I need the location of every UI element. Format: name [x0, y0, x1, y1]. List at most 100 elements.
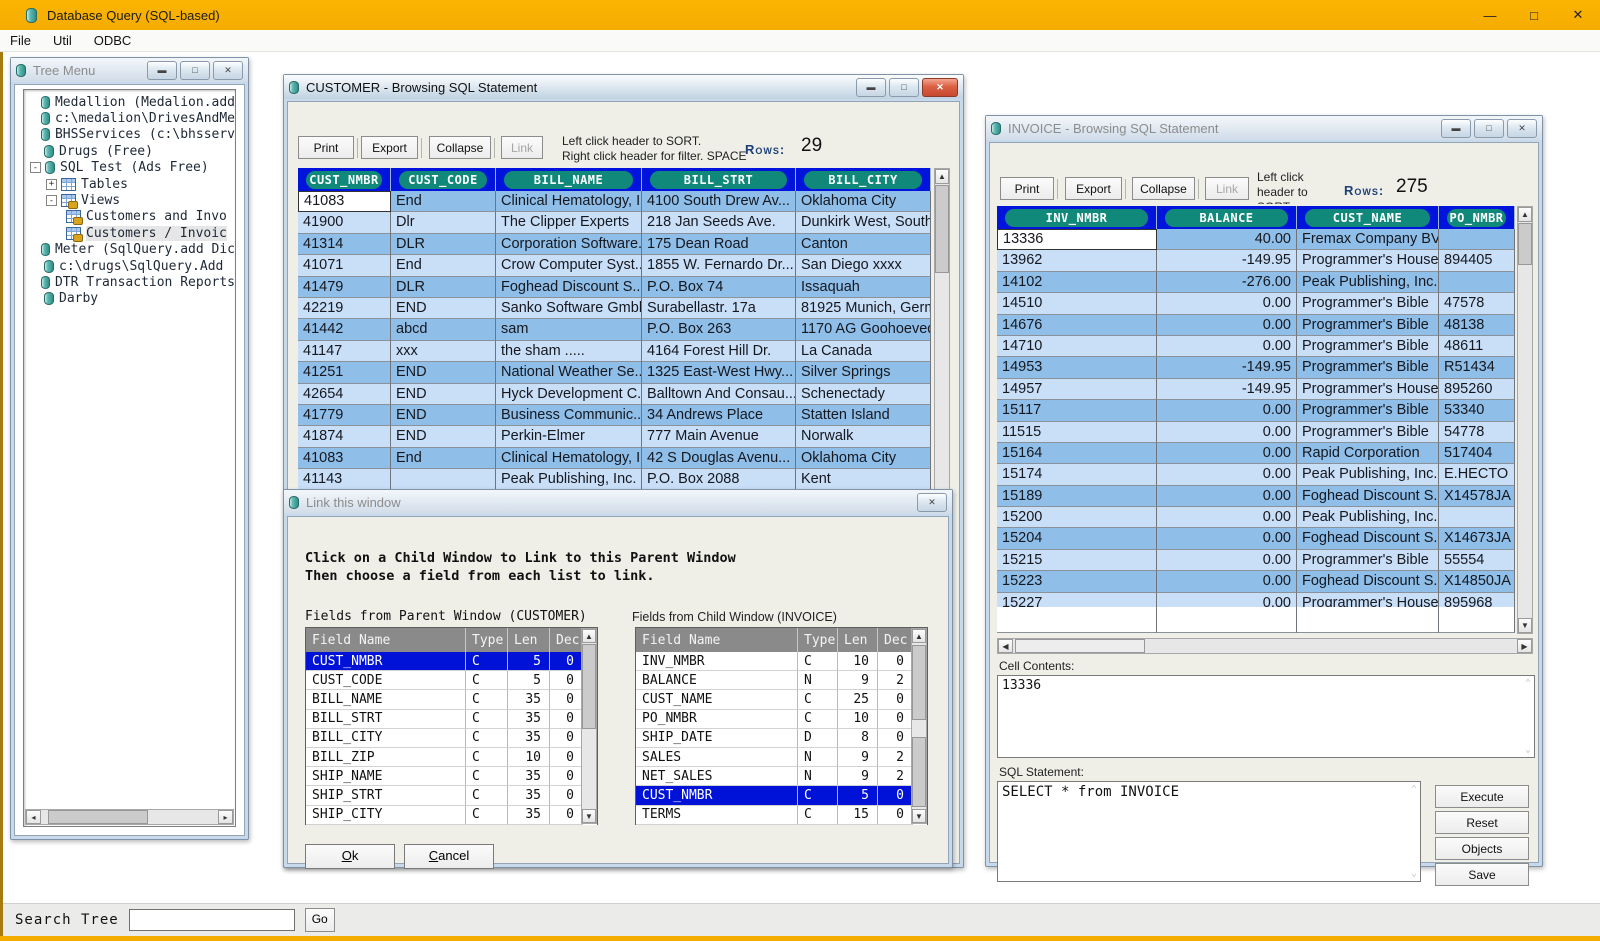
grid-cell[interactable]: abcd: [391, 319, 496, 340]
scroll-down-icon[interactable]: ▼: [582, 809, 596, 823]
table-row[interactable]: 41083 End Clinical Hematology, I... 42 S…: [298, 448, 931, 469]
close-icon[interactable]: ✕: [213, 61, 243, 80]
grid-cell[interactable]: 15204: [997, 528, 1157, 549]
grid-cell[interactable]: 895968: [1439, 593, 1515, 607]
close-icon[interactable]: ✕: [1507, 119, 1537, 138]
grid-cell[interactable]: 13962: [997, 250, 1157, 271]
grid-cell[interactable]: End: [391, 255, 496, 276]
table-row[interactable]: 14676 0.00 Programmer's Bible 48138: [997, 315, 1515, 336]
ok-button[interactable]: Ok: [305, 844, 395, 869]
table-row[interactable]: 42654 END Hyck Development C... Balltown…: [298, 384, 931, 405]
save-button[interactable]: Save: [1435, 863, 1529, 886]
search-tree-input[interactable]: [129, 909, 295, 931]
link-button[interactable]: Link: [501, 136, 543, 159]
scroll-down-icon[interactable]: ⌄: [1411, 868, 1417, 879]
grid-cell[interactable]: Peak Publishing, Inc.: [1297, 507, 1439, 528]
field-row[interactable]: PO_NMBR C 10 0: [636, 710, 927, 729]
table-row[interactable]: 15204 0.00 Foghead Discount S... X14673J…: [997, 528, 1515, 549]
scroll-thumb[interactable]: [912, 737, 926, 807]
table-row[interactable]: 42219 END Sanko Software Gmbh Surabellas…: [298, 298, 931, 319]
grid-cell[interactable]: 218 Jan Seeds Ave.: [642, 212, 796, 233]
table-row[interactable]: 15164 0.00 Rapid Corporation 517404: [997, 443, 1515, 464]
close-icon[interactable]: ✕: [922, 78, 958, 97]
grid-cell[interactable]: 0.00: [1157, 550, 1297, 571]
grid-cell[interactable]: END: [391, 426, 496, 447]
grid-cell[interactable]: Silver Springs: [796, 362, 931, 383]
grid-cell[interactable]: X14850JA: [1439, 571, 1515, 592]
scroll-down-icon[interactable]: ▼: [1518, 618, 1532, 633]
grid-cell[interactable]: 48611: [1439, 336, 1515, 357]
grid-cell[interactable]: Foghead Discount S...: [1297, 571, 1439, 592]
grid-cell[interactable]: E.HECTO: [1439, 464, 1515, 485]
grid-cell[interactable]: 41147: [298, 341, 391, 362]
tree-horizontal-scrollbar[interactable]: ◂ ▸: [25, 809, 234, 825]
scroll-down-icon[interactable]: ▼: [912, 809, 926, 823]
field-row[interactable]: CUST_NMBR C 5 0: [636, 786, 927, 805]
grid-cell[interactable]: Programmer's Bible: [1297, 315, 1439, 336]
grid-cell[interactable]: Clinical Hematology, I...: [496, 448, 642, 469]
grid-cell[interactable]: 1325 East-West Hwy...: [642, 362, 796, 383]
grid-cell[interactable]: Programmer's Bible: [1297, 336, 1439, 357]
minimize-icon[interactable]: —: [1468, 0, 1512, 30]
grid-cell[interactable]: Dunkirk West, South: [796, 212, 931, 233]
grid-cell[interactable]: 14710: [997, 336, 1157, 357]
grid-cell[interactable]: Programmer's House: [1297, 593, 1439, 607]
grid-cell[interactable]: 4164 Forest Hill Dr.: [642, 341, 796, 362]
grid-cell[interactable]: sam: [496, 319, 642, 340]
grid-cell[interactable]: 14510: [997, 293, 1157, 314]
grid-cell[interactable]: 517404: [1439, 443, 1515, 464]
grid-cell[interactable]: 1855 W. Fernardo Dr...: [642, 255, 796, 276]
field-row[interactable]: BILL_CITY C 35 0: [306, 729, 597, 748]
grid-cell[interactable]: Rapid Corporation: [1297, 443, 1439, 464]
scroll-thumb[interactable]: [582, 644, 596, 729]
minimize-icon[interactable]: ▬: [1441, 119, 1471, 138]
grid-cell[interactable]: 15164: [997, 443, 1157, 464]
grid-cell[interactable]: Peak Publishing, Inc.: [496, 469, 642, 490]
grid-cell[interactable]: 15174: [997, 464, 1157, 485]
grid-cell[interactable]: Foghead Discount S...: [496, 277, 642, 298]
invoice-vertical-scrollbar[interactable]: ▲ ▼: [1517, 206, 1533, 634]
tree-item-selected[interactable]: Customers / Invoic: [24, 225, 235, 241]
field-row[interactable]: INV_NMBR C 10 0: [636, 652, 927, 671]
grid-cell[interactable]: 894405: [1439, 250, 1515, 271]
tree-item[interactable]: Darby: [24, 291, 235, 307]
scroll-up-icon[interactable]: ▲: [912, 629, 926, 643]
grid-cell[interactable]: P.O. Box 2088: [642, 469, 796, 490]
tree-item[interactable]: c:\drugs\SqlQuery.Add: [24, 258, 235, 274]
field-row[interactable]: SHIP_CITY C 35 0: [306, 806, 597, 825]
grid-cell[interactable]: 0.00: [1157, 593, 1297, 607]
invoice-horizontal-scrollbar[interactable]: ◀ ▶: [997, 638, 1533, 654]
grid-cell[interactable]: Corporation Software...: [496, 234, 642, 255]
grid-cell[interactable]: 14676: [997, 315, 1157, 336]
scroll-right-icon[interactable]: ▸: [218, 810, 233, 824]
maximize-icon[interactable]: □: [180, 61, 210, 80]
grid-cell[interactable]: 1170 AG Goohoeved.: [796, 319, 931, 340]
grid-cell[interactable]: Statten Island: [796, 405, 931, 426]
grid-cell[interactable]: [1439, 507, 1515, 528]
go-button[interactable]: Go: [305, 908, 335, 932]
tree-item[interactable]: DTR Transaction Reports: [24, 274, 235, 290]
grid-cell[interactable]: Dlr: [391, 212, 496, 233]
grid-cell[interactable]: [1439, 229, 1515, 250]
tree-item[interactable]: Views: [24, 192, 235, 208]
table-row[interactable]: 11515 0.00 Programmer's Bible 54778: [997, 422, 1515, 443]
grid-cell[interactable]: National Weather Se...: [496, 362, 642, 383]
app-titlebar[interactable]: Database Query (SQL-based) — □ ✕: [0, 0, 1600, 30]
grid-cell[interactable]: 41442: [298, 319, 391, 340]
grid-cell[interactable]: La Canada: [796, 341, 931, 362]
grid-cell[interactable]: 41479: [298, 277, 391, 298]
close-icon[interactable]: ✕: [1556, 0, 1600, 30]
sql-statement-box[interactable]: SELECT * from INVOICE ⌃ ⌄: [997, 781, 1421, 882]
child-fields-scrollbar[interactable]: ▲ ▼: [911, 628, 927, 824]
grid-cell[interactable]: 41083: [298, 448, 391, 469]
grid-cell[interactable]: -149.95: [1157, 357, 1297, 378]
grid-cell[interactable]: Surabellastr. 17a: [642, 298, 796, 319]
field-row[interactable]: BALANCE N 9 2: [636, 671, 927, 690]
grid-cell[interactable]: 34 Andrews Place: [642, 405, 796, 426]
minimize-icon[interactable]: ▬: [147, 61, 177, 80]
grid-cell[interactable]: X14578JA: [1439, 486, 1515, 507]
scroll-thumb[interactable]: [912, 645, 926, 720]
grid-cell[interactable]: The Clipper Experts: [496, 212, 642, 233]
table-row[interactable]: 41442 abcd sam P.O. Box 263 1170 AG Gooh…: [298, 319, 931, 340]
column-header[interactable]: BILL_STRT: [642, 168, 796, 191]
